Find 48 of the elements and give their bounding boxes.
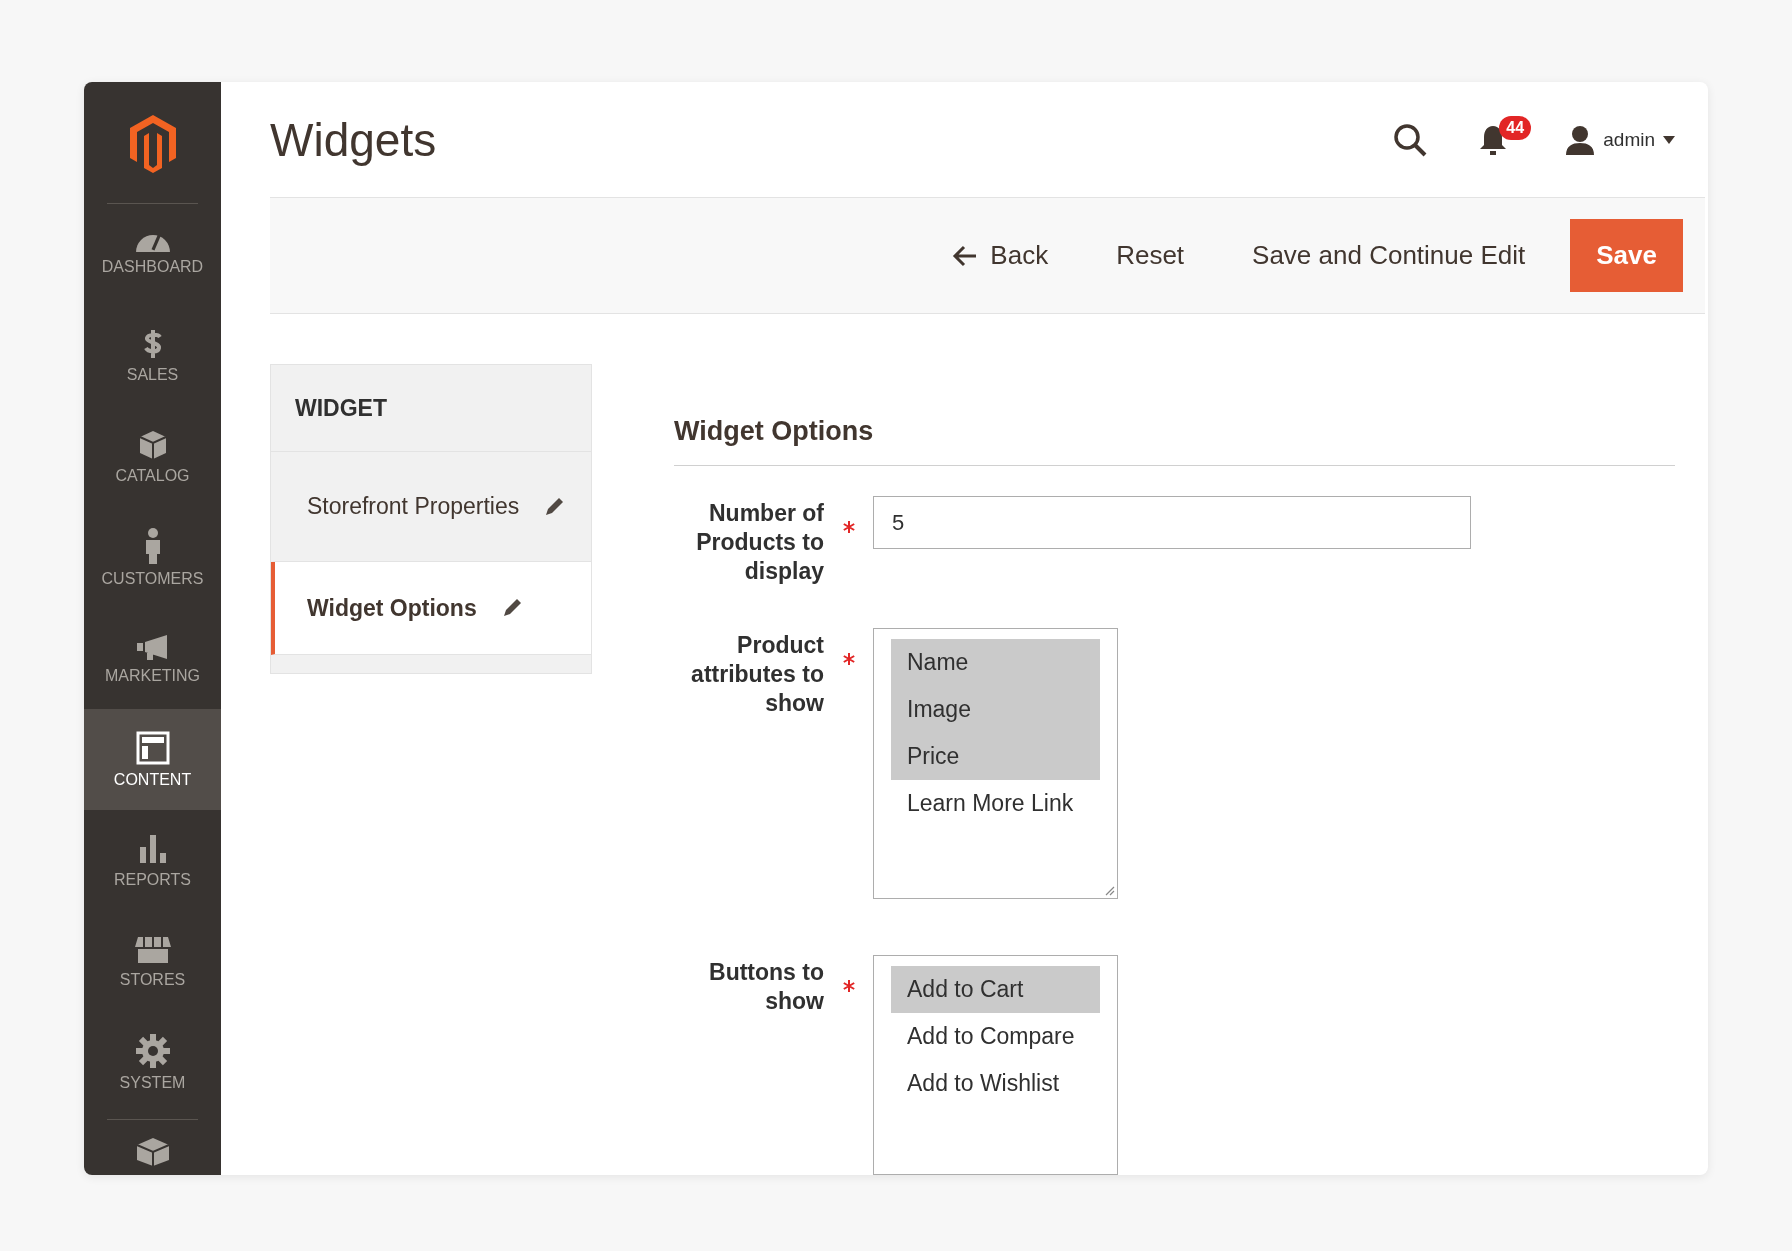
sidebar-item[interactable]: REPORTS — [84, 810, 221, 911]
multiselect-field[interactable]: Name Image Price Learn More Link — [873, 628, 1118, 899]
select-option[interactable]: Learn More Link — [891, 780, 1100, 827]
multiselect-field[interactable]: Add to Cart Add to Compare Add to Wishlist — [873, 955, 1118, 1175]
section-title: Widget Options — [674, 364, 1675, 466]
sidebar-item[interactable]: SYSTEM — [84, 1012, 221, 1113]
notifications-button[interactable] — [1479, 123, 1508, 156]
page-title: Widgets — [270, 112, 438, 167]
select-option[interactable]: Name — [891, 639, 1100, 686]
back-button[interactable]: Back — [929, 219, 1072, 293]
action-button[interactable]: Save and Continue Edit — [1229, 219, 1549, 293]
user-menu[interactable]: admin — [1559, 123, 1681, 156]
notification-count: 44 — [1499, 115, 1532, 140]
sidebar-item[interactable]: CATALOG — [84, 406, 221, 507]
blocks-icon — [134, 1136, 171, 1166]
user-icon — [1565, 124, 1596, 155]
field-label: Product attributes to show — [690, 631, 824, 718]
nav-item[interactable]: Widget Options — [271, 562, 591, 655]
select-option[interactable]: Price — [891, 733, 1100, 780]
logo-icon — [127, 112, 178, 173]
select-option[interactable]: Add to Cart — [891, 966, 1100, 1013]
caret-icon — [1663, 135, 1675, 144]
select-option[interactable]: Add to Compare — [891, 1013, 1100, 1060]
box-icon — [137, 428, 168, 461]
field-label: Number of Products to display — [695, 499, 824, 586]
arrow-left-icon — [952, 244, 979, 267]
speedometer-icon — [135, 233, 170, 252]
field-label: Buttons to show — [708, 958, 824, 1016]
bell-icon — [1479, 123, 1508, 156]
layout-icon — [135, 730, 170, 765]
sidebar-item[interactable]: MARKETING — [84, 608, 221, 709]
sidebar-item[interactable]: CONTENT — [84, 709, 221, 810]
storefront-icon — [133, 934, 172, 965]
search-icon — [1393, 122, 1428, 157]
input-field[interactable]: 5 — [873, 496, 1471, 549]
sidebar-item[interactable]: CUSTOMERS — [84, 507, 221, 608]
gear-icon — [135, 1033, 170, 1068]
bar-chart-icon — [137, 832, 168, 865]
select-option[interactable]: Image — [891, 686, 1100, 733]
resize-handle-icon[interactable] — [1103, 884, 1115, 896]
action-button[interactable]: Reset — [1093, 219, 1208, 293]
sidebar-item[interactable]: SALES — [84, 305, 221, 406]
save-button[interactable]: Save — [1570, 219, 1683, 293]
select-option[interactable]: Add to Wishlist — [891, 1060, 1100, 1107]
pencil-icon — [543, 495, 566, 518]
sidebar-item[interactable]: STORES — [84, 911, 221, 1012]
search-button[interactable] — [1393, 122, 1428, 157]
sidebar-item[interactable]: DASHBOARD — [84, 204, 221, 305]
